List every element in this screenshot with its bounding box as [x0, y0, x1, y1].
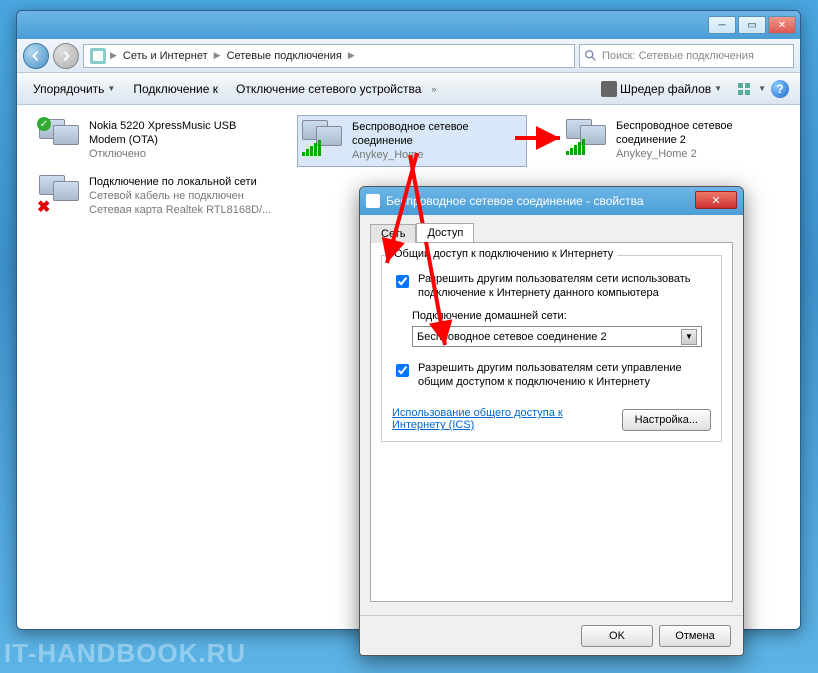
network-icon	[90, 48, 106, 64]
tab-panel-sharing: Общий доступ к подключению к Интернету Р…	[370, 242, 733, 602]
shredder-button[interactable]: Шредер файлов▼	[593, 77, 730, 101]
connection-item-wifi2[interactable]: Беспроводное сетевое соединение 2 Anykey…	[562, 115, 782, 165]
help-icon: ?	[771, 80, 789, 98]
view-options-button[interactable]	[732, 77, 756, 101]
forward-button[interactable]	[53, 43, 79, 69]
allow-share-checkbox-row[interactable]: Разрешить другим пользователям сети испо…	[392, 272, 711, 300]
cancel-button[interactable]: Отмена	[659, 625, 731, 647]
breadcrumb-bar[interactable]: ▶ Сеть и Интернет ▶ Сетевые подключения …	[83, 44, 575, 68]
maximize-button[interactable]: ▭	[738, 16, 766, 34]
chevron-down-icon: ▼	[714, 84, 722, 93]
tab-sharing[interactable]: Доступ	[416, 223, 474, 242]
connection-item-lan[interactable]: ✖ Подключение по локальной сети Сетевой …	[35, 171, 285, 221]
allow-control-checkbox-row[interactable]: Разрешить другим пользователям сети упра…	[392, 361, 711, 389]
connection-item-wifi1[interactable]: Беспроводное сетевое соединение Anykey_H…	[297, 115, 527, 167]
allow-control-checkbox[interactable]	[396, 364, 409, 377]
shredder-icon	[601, 81, 617, 97]
chevron-right-icon: ▶	[214, 50, 221, 61]
tab-strip: Сеть Доступ	[370, 223, 733, 242]
dialog-titlebar: Беспроводное сетевое соединение - свойст…	[360, 187, 743, 215]
chevron-down-icon: ▼	[107, 84, 115, 93]
minimize-button[interactable]: ─	[708, 16, 736, 34]
help-button[interactable]: ?	[768, 77, 792, 101]
breadcrumb-item[interactable]: Сеть и Интернет	[117, 50, 214, 62]
properties-dialog: Беспроводное сетевое соединение - свойст…	[359, 186, 744, 656]
chevron-down-icon: ▼	[758, 84, 766, 93]
modem-icon: ✓	[39, 119, 81, 155]
dialog-title: Беспроводное сетевое соединение - свойст…	[386, 194, 644, 208]
lan-icon: ✖	[39, 175, 81, 211]
back-button[interactable]	[23, 43, 49, 69]
breadcrumb-item[interactable]: Сетевые подключения	[221, 50, 348, 62]
chevron-right-icon: »	[431, 84, 436, 94]
organize-menu[interactable]: Упорядочить▼	[25, 78, 123, 100]
settings-button[interactable]: Настройка...	[622, 409, 711, 431]
ics-help-link[interactable]: Использование общего доступа к Интернету…	[392, 407, 592, 431]
connect-to-menu[interactable]: Подключение к	[125, 78, 226, 100]
ics-group: Общий доступ к подключению к Интернету Р…	[381, 255, 722, 442]
toolbar: Упорядочить▼ Подключение к Отключение се…	[17, 73, 800, 105]
dialog-icon	[366, 194, 380, 208]
group-legend: Общий доступ к подключению к Интернету	[390, 248, 617, 260]
wifi-icon	[302, 120, 344, 156]
wifi-icon	[566, 119, 608, 155]
dialog-footer: OK Отмена	[360, 615, 743, 655]
watermark: IT-HANDBOOK.RU	[4, 638, 246, 669]
nav-bar: ▶ Сеть и Интернет ▶ Сетевые подключения …	[17, 39, 800, 73]
search-input[interactable]: Поиск: Сетевые подключения	[579, 44, 794, 68]
disable-device-button[interactable]: Отключение сетевого устройства	[228, 78, 429, 100]
home-connection-select[interactable]: Беспроводное сетевое соединение 2 ▼	[412, 326, 702, 347]
home-connection-label: Подключение домашней сети:	[412, 310, 711, 322]
chevron-down-icon: ▼	[681, 329, 697, 345]
tab-network[interactable]: Сеть	[370, 224, 416, 243]
dialog-close-button[interactable]: ✕	[695, 191, 737, 209]
chevron-right-icon: ▶	[110, 50, 117, 61]
connection-item-modem[interactable]: ✓ Nokia 5220 XpressMusic USB Modem (OTA)…	[35, 115, 275, 165]
search-placeholder: Поиск: Сетевые подключения	[602, 50, 754, 62]
window-titlebar: ─ ▭ ✕	[17, 11, 800, 39]
close-button[interactable]: ✕	[768, 16, 796, 34]
allow-share-checkbox[interactable]	[396, 275, 409, 288]
chevron-right-icon: ▶	[348, 50, 355, 61]
ok-button[interactable]: OK	[581, 625, 653, 647]
search-icon	[584, 49, 598, 63]
